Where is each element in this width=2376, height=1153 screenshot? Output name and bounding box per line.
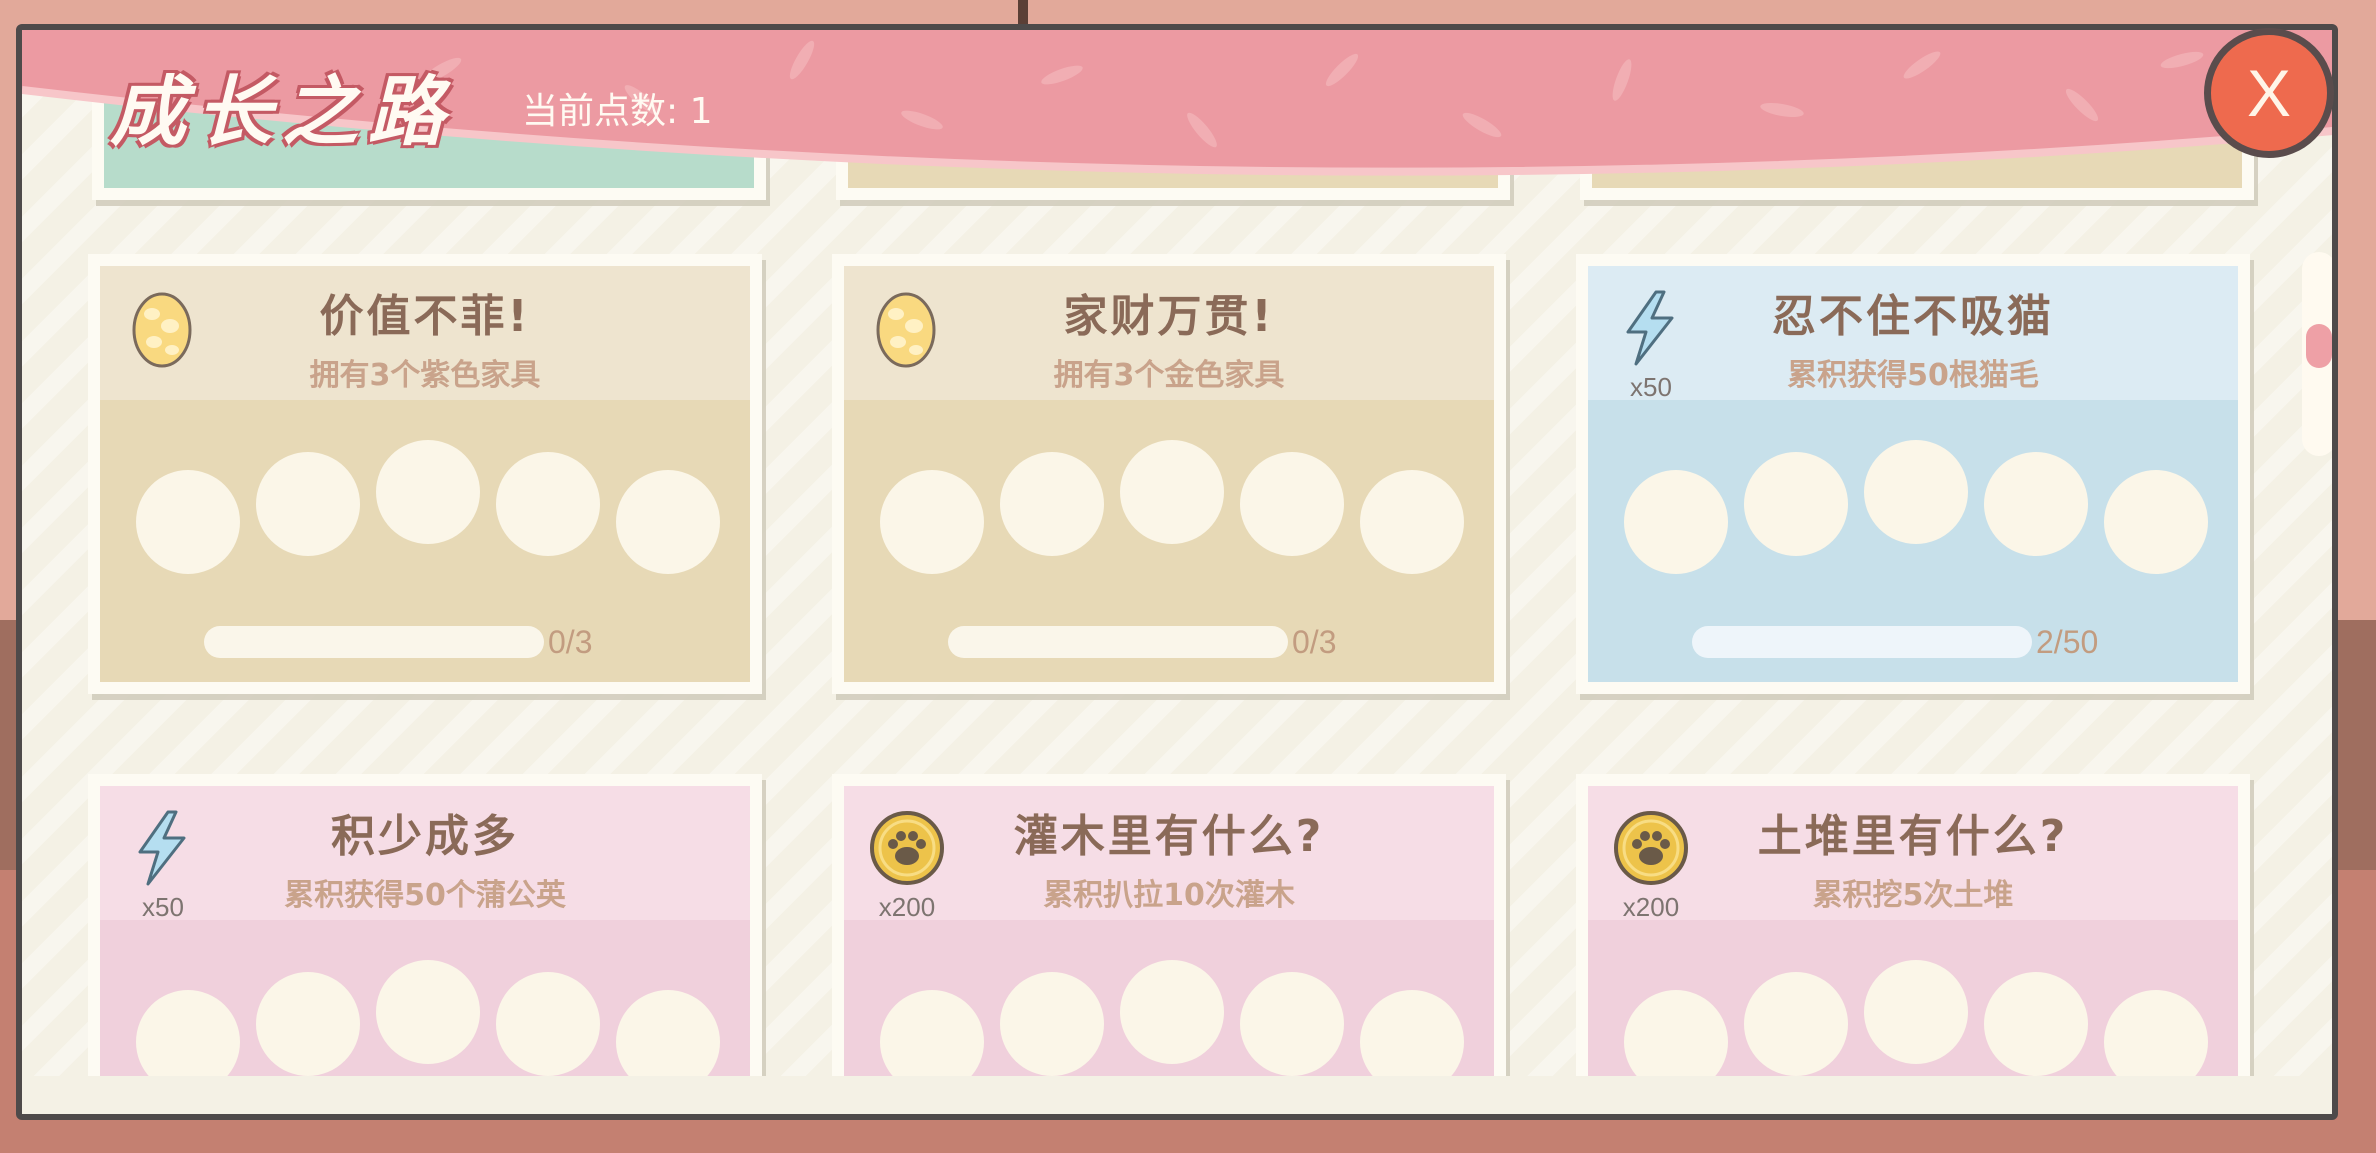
reward-slot	[256, 972, 360, 1076]
progress-bar	[948, 626, 1288, 658]
reward-slot	[880, 470, 984, 574]
achievement-card[interactable]: x50 积少成多 累积获得50个蒲公英	[88, 774, 762, 1114]
card-header: 家财万贯! 拥有3个金色家具	[844, 266, 1494, 400]
card-content: 家财万贯! 拥有3个金色家具 0/3	[844, 266, 1494, 682]
achievement-card[interactable]: x200 土堆里有什么? 累积挖5次土堆	[1576, 774, 2250, 1114]
growth-path-panel: 价值不菲! 拥有3个紫色家具 0/3 家财万贯! 拥有3个金色家具 0/3 x5…	[16, 24, 2338, 1120]
header-banner: 成长之路 当前点数: 1	[22, 30, 2332, 190]
close-button[interactable]: X	[2204, 28, 2334, 158]
card-header: x50 忍不住不吸猫 累积获得50根猫毛	[1588, 266, 2238, 402]
card-title: 价值不菲!	[319, 291, 531, 342]
card-title: 积少成多	[331, 811, 519, 862]
card-title: 土堆里有什么?	[1757, 811, 2069, 862]
reward-slot	[1984, 452, 2088, 556]
reward-slot	[1744, 972, 1848, 1076]
card-header: x200 土堆里有什么? 累积挖5次土堆	[1588, 786, 2238, 922]
card-title: 忍不住不吸猫	[1772, 291, 2054, 342]
reward-slot	[1120, 960, 1224, 1064]
card-title: 家财万贯!	[1063, 291, 1275, 342]
reward-slot	[1120, 440, 1224, 544]
progress-text: 2/50	[2036, 624, 2099, 660]
page-title: 成长之路	[110, 67, 454, 156]
reward-slot	[496, 972, 600, 1076]
close-icon: X	[2246, 56, 2292, 130]
achievement-card[interactable]: x50 忍不住不吸猫 累积获得50根猫毛 2/50	[1576, 254, 2250, 694]
reward-slot	[1984, 972, 2088, 1076]
progress-bar	[204, 626, 544, 658]
reward-slot	[1000, 972, 1104, 1076]
reward-slot	[1624, 470, 1728, 574]
reward-slot	[2104, 470, 2208, 574]
reward-slot	[376, 440, 480, 544]
card-header: x200 灌木里有什么? 累积扒拉10次灌木	[844, 786, 1494, 922]
progress-text: 0/3	[548, 624, 593, 660]
reward-slot	[496, 452, 600, 556]
reward-slot	[1000, 452, 1104, 556]
points-label: 当前点数: 1	[522, 91, 713, 132]
panel-bottom-edge	[22, 1076, 2332, 1114]
reward-slot	[136, 470, 240, 574]
reward-slot	[1360, 470, 1464, 574]
achievement-card[interactable]: 价值不菲! 拥有3个紫色家具 0/3	[88, 254, 762, 694]
reward-slot	[616, 470, 720, 574]
card-content: x50 积少成多 累积获得50个蒲公英	[100, 786, 750, 1114]
card-header: 价值不菲! 拥有3个紫色家具	[100, 266, 750, 400]
scrollbar-thumb[interactable]	[2306, 324, 2332, 368]
card-content: x50 忍不住不吸猫 累积获得50根猫毛 2/50	[1588, 266, 2238, 682]
progress-bar	[1692, 626, 2032, 658]
progress-text: 0/3	[1292, 624, 1337, 660]
card-content: 价值不菲! 拥有3个紫色家具 0/3	[100, 266, 750, 682]
reward-slot	[1864, 440, 1968, 544]
scrollbar[interactable]	[2302, 252, 2332, 456]
card-description: 累积挖5次土堆	[1812, 878, 2014, 913]
reward-slot	[376, 960, 480, 1064]
reward-slot	[1240, 452, 1344, 556]
achievement-card[interactable]: x200 灌木里有什么? 累积扒拉10次灌木	[832, 774, 1506, 1114]
achievement-card[interactable]: 家财万贯! 拥有3个金色家具 0/3	[832, 254, 1506, 694]
card-description: 累积获得50个蒲公英	[284, 878, 566, 913]
card-description: 拥有3个金色家具	[1053, 358, 1285, 393]
card-description: 累积获得50根猫毛	[1787, 358, 2039, 393]
reward-slot	[1240, 972, 1344, 1076]
card-description: 累积扒拉10次灌木	[1043, 878, 1295, 913]
card-header: x50 积少成多 累积获得50个蒲公英	[100, 786, 750, 922]
reward-slot	[1864, 960, 1968, 1064]
reward-slot	[256, 452, 360, 556]
reward-slot	[1744, 452, 1848, 556]
card-content: x200 灌木里有什么? 累积扒拉10次灌木	[844, 786, 1494, 1114]
card-content: x200 土堆里有什么? 累积挖5次土堆	[1588, 786, 2238, 1114]
card-title: 灌木里有什么?	[1013, 811, 1325, 862]
card-description: 拥有3个紫色家具	[309, 358, 541, 393]
